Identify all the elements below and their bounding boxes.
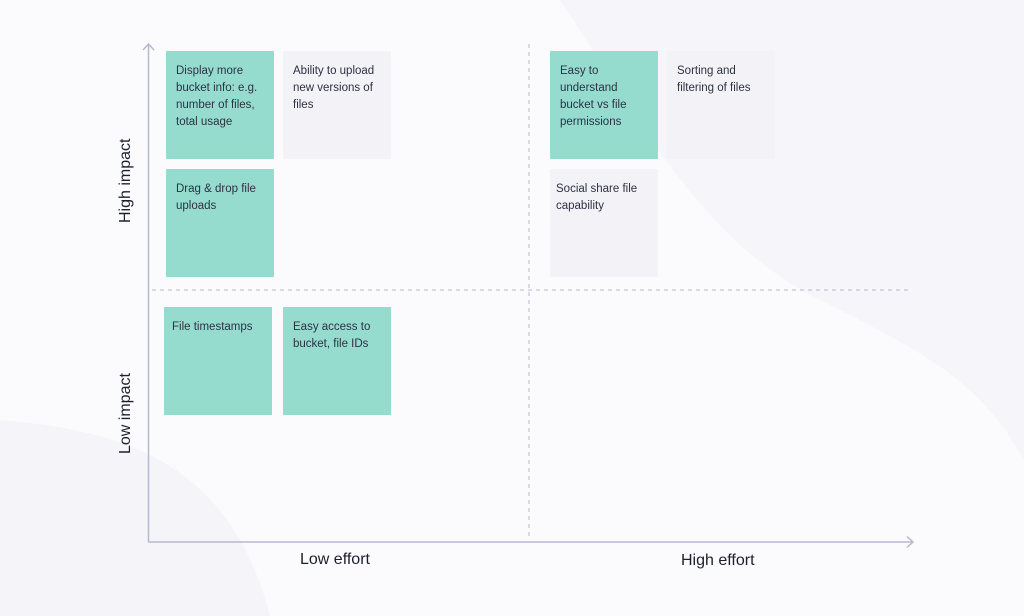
sticky-note[interactable]: Drag & drop file uploads xyxy=(166,169,274,277)
high-effort-label: High effort xyxy=(681,552,755,569)
note-text: Easy access to bucket, file IDs xyxy=(293,321,371,350)
sticky-note[interactable]: Ability to upload new versions of files xyxy=(283,51,391,159)
note-text: Ability to upload new versions of files xyxy=(293,65,375,111)
note-text: Drag & drop file uploads xyxy=(176,183,256,212)
note-text: Easy to understand bucket vs file permis… xyxy=(560,65,627,128)
sticky-note[interactable]: Sorting and filtering of files xyxy=(667,51,775,159)
note-text: File timestamps xyxy=(172,321,253,333)
note-text: Display more bucket info: e.g. number of… xyxy=(176,65,258,128)
note-text: Sorting and filtering of files xyxy=(677,65,751,94)
sticky-note[interactable]: File timestamps xyxy=(164,307,272,415)
low-impact-label: Low impact xyxy=(117,373,134,454)
matrix-axes xyxy=(142,42,915,549)
sticky-note[interactable]: Easy access to bucket, file IDs xyxy=(283,307,391,415)
low-effort-label: Low effort xyxy=(300,551,370,568)
sticky-note[interactable]: Easy to understand bucket vs file permis… xyxy=(550,51,658,159)
sticky-note[interactable]: Social share file capability xyxy=(550,169,658,277)
sticky-note[interactable]: Display more bucket info: e.g. number of… xyxy=(166,51,274,159)
high-impact-label: High impact xyxy=(117,138,134,223)
note-text: Social share file capability xyxy=(556,183,638,212)
